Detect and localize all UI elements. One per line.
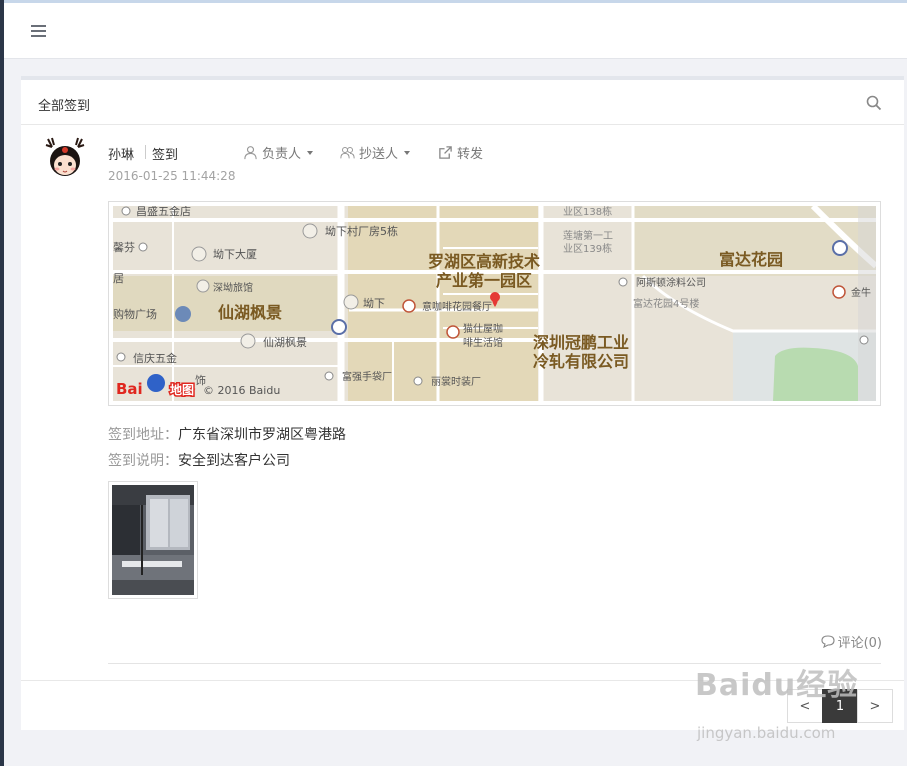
- left-sidebar-edge: [0, 0, 4, 766]
- svg-text:阿斯顿涂料公司: 阿斯顿涂料公司: [636, 276, 706, 289]
- svg-text:坳下大厦: 坳下大厦: [213, 247, 257, 261]
- location-map[interactable]: 昌盛五金店 坳下村厂房5栋 业区138栋 莲塘第一工 业区139栋 坳下大厦 深…: [108, 201, 881, 406]
- svg-text:昌盛五金店: 昌盛五金店: [136, 206, 191, 218]
- map-canvas[interactable]: 昌盛五金店 坳下村厂房5栋 业区138栋 莲塘第一工 业区139栋 坳下大厦 深…: [113, 206, 876, 401]
- svg-text:丽裳时装厂: 丽裳时装厂: [431, 375, 481, 388]
- checkin-time: 2016-01-25 11:44:28: [108, 169, 236, 183]
- user-name[interactable]: 孙琳: [108, 144, 134, 163]
- svg-text:意咖啡花园餐厅: 意咖啡花园餐厅: [422, 300, 492, 313]
- svg-text:莲塘第一工: 莲塘第一工: [563, 229, 613, 242]
- avatar[interactable]: [44, 137, 86, 179]
- top-header: [4, 3, 907, 59]
- svg-text:业区138栋: 业区138栋: [563, 206, 612, 218]
- comment-button[interactable]: 评论(0): [821, 632, 882, 651]
- chevron-down-icon: [307, 150, 314, 155]
- svg-text:© 2016 Baidu: © 2016 Baidu: [203, 384, 280, 397]
- office-photo-thumbnail: [112, 485, 194, 595]
- svg-text:Bai: Bai: [116, 380, 143, 398]
- search-icon[interactable]: [866, 95, 882, 111]
- comment-label: 评论(0): [837, 636, 882, 651]
- svg-text:金牛: 金牛: [851, 286, 871, 299]
- svg-text:仙湖枫景: 仙湖枫景: [263, 335, 307, 349]
- svg-text:深圳冠鹏工业: 深圳冠鹏工业: [533, 333, 629, 352]
- forward-button[interactable]: 转发: [438, 143, 483, 162]
- svg-text:仙湖枫景: 仙湖枫景: [218, 303, 282, 322]
- svg-text:产业第一园区: 产业第一园区: [436, 271, 532, 290]
- name-separator: [145, 145, 146, 159]
- svg-text:饰: 饰: [195, 373, 206, 387]
- hamburger-menu-icon[interactable]: [31, 25, 46, 37]
- cc-dropdown[interactable]: 抄送人: [340, 143, 411, 162]
- forward-label: 转发: [457, 147, 484, 162]
- address-row: 签到地址：广东省深圳市罗湖区粤港路: [108, 424, 346, 444]
- svg-text:冷轧有限公司: 冷轧有限公司: [533, 352, 629, 371]
- watermark: Baidu经验: [695, 668, 859, 703]
- panel-header: 全部签到: [21, 80, 904, 125]
- svg-text:啡生活馆: 啡生活馆: [463, 336, 503, 349]
- address-value: 广东省深圳市罗湖区粤港路: [178, 427, 346, 443]
- cc-label: 抄送人: [359, 147, 399, 162]
- map-graphic: 昌盛五金店 坳下村厂房5栋 业区138栋 莲塘第一工 业区139栋 坳下大厦 深…: [113, 206, 876, 401]
- assignee-label: 负责人: [262, 147, 302, 162]
- svg-text:坳下: 坳下: [363, 296, 385, 310]
- next-page-button[interactable]: >: [857, 689, 893, 723]
- share-icon: [439, 146, 452, 159]
- record-type: 签到: [152, 148, 179, 163]
- svg-text:富达花园4号楼: 富达花园4号楼: [633, 297, 699, 310]
- note-label: 签到说明：: [108, 453, 178, 469]
- watermark-url: jingyan.baidu.com: [697, 724, 836, 742]
- assignee-dropdown[interactable]: 负责人: [243, 143, 314, 162]
- svg-text:罗湖区高新技术: 罗湖区高新技术: [428, 252, 540, 271]
- svg-text:业区139栋: 业区139栋: [563, 242, 612, 255]
- note-row: 签到说明：安全到达客户公司: [108, 450, 290, 470]
- svg-text:深坳旅馆: 深坳旅馆: [213, 281, 253, 294]
- svg-text:猫仕屋咖: 猫仕屋咖: [463, 322, 503, 335]
- svg-text:购物广场: 购物广场: [113, 307, 157, 321]
- users-icon: [340, 147, 355, 159]
- svg-text:富达花园: 富达花园: [719, 250, 783, 269]
- svg-text:馨芬: 馨芬: [113, 240, 135, 254]
- user-icon: [244, 146, 257, 160]
- svg-text:坳下村厂房5栋: 坳下村厂房5栋: [325, 224, 398, 238]
- chevron-down-icon: [404, 150, 411, 155]
- panel-title: 全部签到: [38, 99, 91, 114]
- svg-text:信庆五金: 信庆五金: [133, 351, 177, 365]
- svg-text:居: 居: [113, 272, 124, 285]
- note-value: 安全到达客户公司: [178, 453, 290, 469]
- comment-icon: [821, 635, 835, 648]
- svg-text:富强手袋厂: 富强手袋厂: [342, 370, 392, 383]
- address-label: 签到地址：: [108, 427, 178, 443]
- attached-photo[interactable]: [108, 481, 198, 599]
- checkin-panel: 全部签到 孙琳 签到 负责人 抄送人 转发 2016-01-25 11:44:2…: [21, 76, 904, 730]
- svg-text:地图: 地图: [170, 382, 194, 397]
